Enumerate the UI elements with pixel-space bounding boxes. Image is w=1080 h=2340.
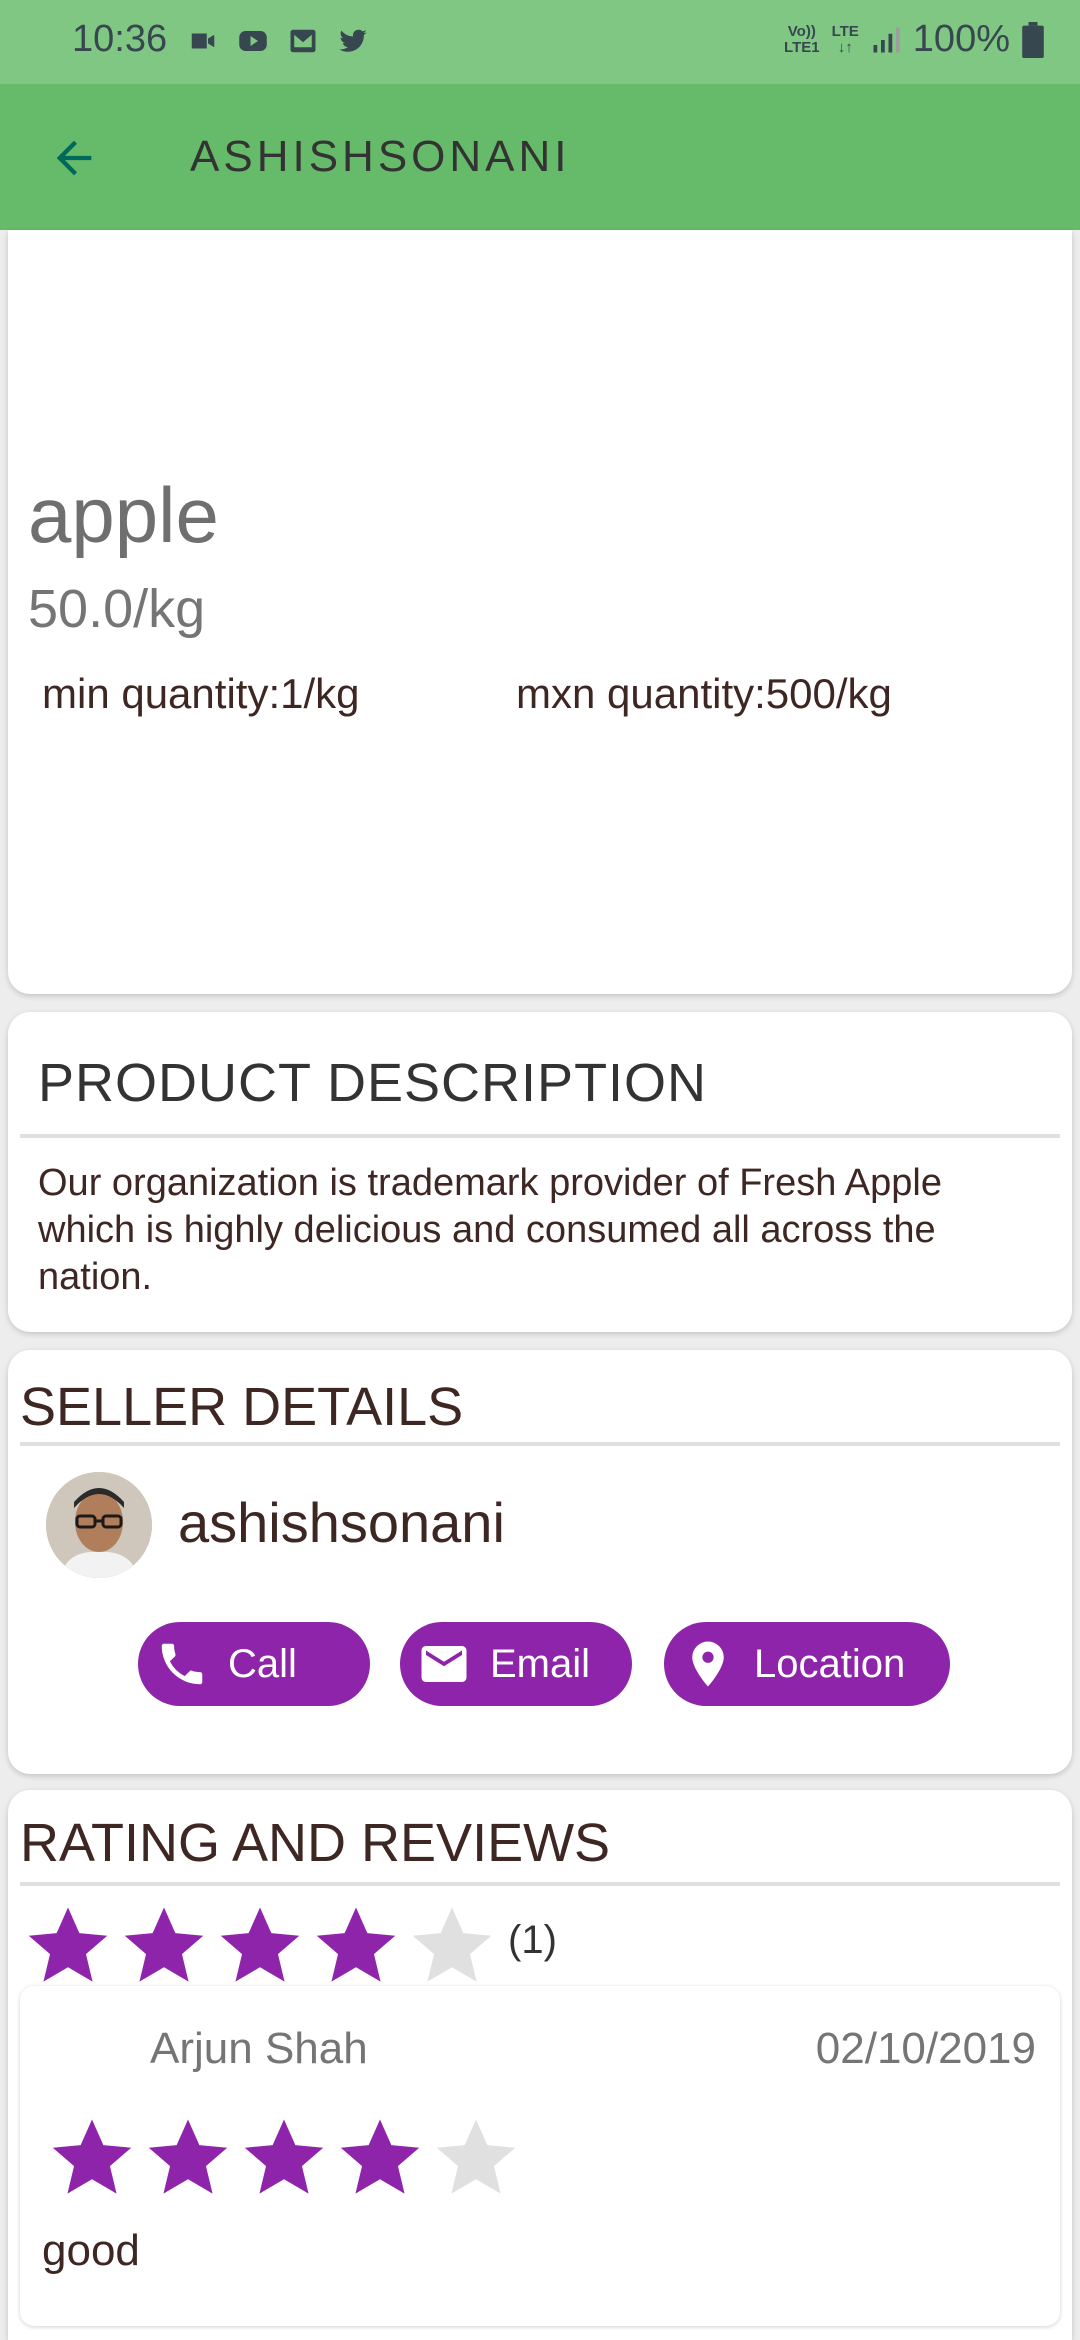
max-quantity: mxn quantity:500/kg (516, 670, 892, 717)
email-label: Email (490, 1641, 591, 1686)
volte-label: Vo)) (787, 22, 816, 40)
avatar[interactable] (46, 1472, 152, 1578)
page-title: ASHISHSONANI (190, 132, 571, 181)
status-time: 10:36 (72, 18, 168, 60)
rating-divider (20, 1882, 1060, 1886)
star-filled-icon (220, 1907, 300, 1982)
star-empty-icon (436, 2119, 516, 2194)
star-filled-icon (340, 2119, 420, 2194)
back-button[interactable] (40, 124, 108, 192)
min-quantity: min quantity:1/kg (42, 670, 360, 717)
lte-indicator: LTE ↓↑ (831, 22, 859, 56)
product-price: 50.0/kg (28, 579, 206, 639)
seller-title: SELLER DETAILS (20, 1377, 464, 1437)
screen: 10:36 Vo)) LTE1 LTE ↓↑ 100% ASHISHSONANI… (0, 0, 1080, 2340)
seller-card: SELLER DETAILS ashishsonani Call Email L… (8, 1350, 1072, 1774)
youtube-icon (239, 31, 267, 51)
twitter-icon (339, 29, 367, 52)
mail-icon (290, 29, 316, 53)
app-bar: ASHISHSONANI (0, 84, 1080, 230)
rating-count: (1) (508, 1918, 557, 1962)
location-button[interactable]: Location (664, 1622, 950, 1706)
email-button[interactable]: Email (400, 1622, 632, 1706)
rating-card: RATING AND REVIEWS (1) Arjun Shah 02/10/… (8, 1790, 1072, 2340)
arrow-back-icon (56, 140, 92, 176)
seller-name: ashishsonani (178, 1491, 505, 1554)
data-arrows-icon: ↓↑ (837, 38, 853, 56)
avatar-image (46, 1472, 152, 1578)
review-text: good (42, 2226, 140, 2275)
star-filled-icon (28, 1907, 108, 1982)
star-filled-icon (316, 1907, 396, 1982)
description-card: PRODUCT DESCRIPTION Our organization is … (8, 1012, 1072, 1332)
notification-icons (186, 26, 370, 56)
review-item: Arjun Shah 02/10/2019 good (20, 1986, 1060, 2326)
reviewer-name: Arjun Shah (150, 2024, 368, 2073)
star-filled-icon (148, 2119, 228, 2194)
seller-divider (20, 1442, 1060, 1446)
product-name: apple (28, 471, 219, 559)
phone-icon (152, 1634, 212, 1694)
review-stars (48, 2114, 520, 2202)
status-bar: 10:36 Vo)) LTE1 LTE ↓↑ 100% (0, 0, 1080, 84)
signal-icon (873, 27, 900, 52)
star-empty-icon (412, 1907, 492, 1982)
battery-percentage: 100% (912, 18, 1010, 60)
lte1-label: LTE1 (784, 38, 820, 56)
video-icon (191, 33, 215, 49)
description-divider (20, 1134, 1060, 1138)
volte-indicator: Vo)) LTE1 (784, 22, 820, 56)
description-text: Our organization is trademark provider o… (38, 1162, 942, 1298)
review-date: 02/10/2019 (815, 2024, 1036, 2073)
call-button[interactable]: Call (138, 1622, 370, 1706)
location-label: Location (754, 1641, 906, 1686)
star-filled-icon (124, 1907, 204, 1982)
star-filled-icon (52, 2119, 132, 2194)
system-icons: Vo)) LTE1 LTE ↓↑ 100% (784, 18, 1044, 61)
mail-icon (414, 1634, 474, 1694)
star-filled-icon (244, 2119, 324, 2194)
lte-label: LTE (831, 22, 859, 40)
battery-icon (1022, 21, 1044, 58)
average-rating-stars (24, 1902, 496, 1990)
location-pin-icon (678, 1634, 738, 1694)
rating-title: RATING AND REVIEWS (20, 1813, 611, 1873)
description-title: PRODUCT DESCRIPTION (38, 1053, 708, 1113)
call-label: Call (228, 1641, 297, 1686)
